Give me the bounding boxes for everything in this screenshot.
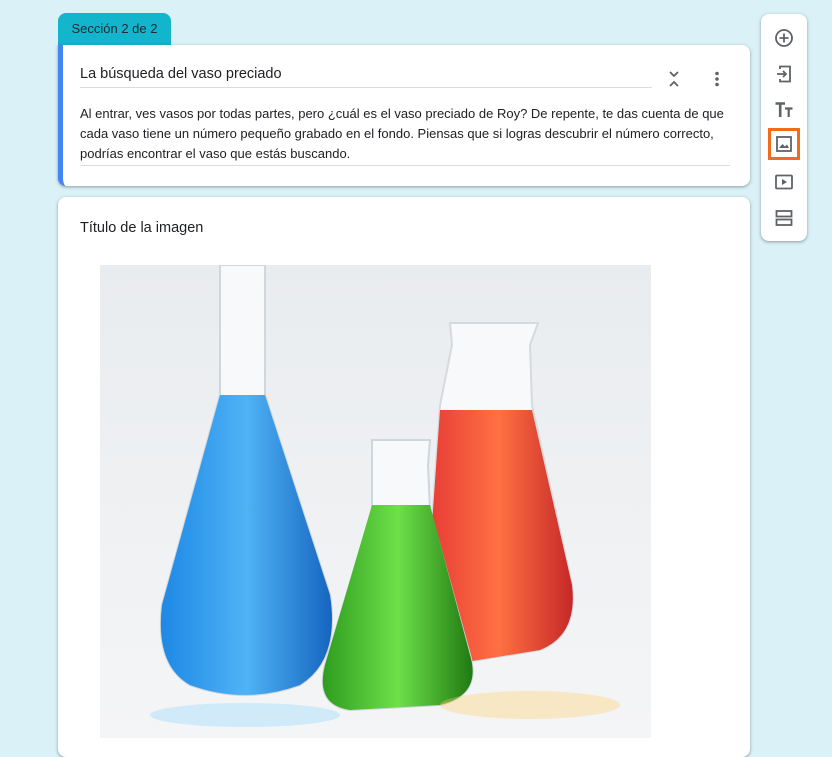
image-title[interactable]: Título de la imagen	[80, 220, 203, 236]
section-title-input[interactable]: La búsqueda del vaso preciado	[80, 63, 652, 88]
collapse-icon	[668, 70, 680, 88]
add-question-button[interactable]	[768, 22, 800, 54]
add-image-icon	[775, 135, 793, 153]
section-tab: Sección 2 de 2	[58, 13, 171, 45]
section-header-card[interactable]: La búsqueda del vaso preciado Al entrar,…	[58, 45, 750, 186]
flasks-image[interactable]	[100, 265, 651, 738]
add-image-button[interactable]	[768, 128, 800, 160]
more-vert-icon	[714, 71, 720, 87]
add-video-icon	[774, 172, 794, 192]
more-options-button[interactable]	[705, 67, 729, 91]
add-title-button[interactable]	[768, 94, 800, 126]
add-title-icon	[774, 100, 794, 120]
floating-toolbar	[761, 14, 807, 241]
image-item-card[interactable]: Título de la imagen	[58, 197, 750, 757]
add-section-icon	[774, 208, 794, 228]
add-section-button[interactable]	[768, 202, 800, 234]
add-video-button[interactable]	[768, 166, 800, 198]
section-description-input[interactable]: Al entrar, ves vasos por todas partes, p…	[80, 104, 730, 166]
section-tab-label: Sección 2 de 2	[71, 20, 158, 36]
import-questions-icon	[774, 64, 794, 84]
import-questions-button[interactable]	[768, 58, 800, 90]
collapse-section-button[interactable]	[659, 67, 689, 91]
add-question-icon	[774, 28, 794, 48]
